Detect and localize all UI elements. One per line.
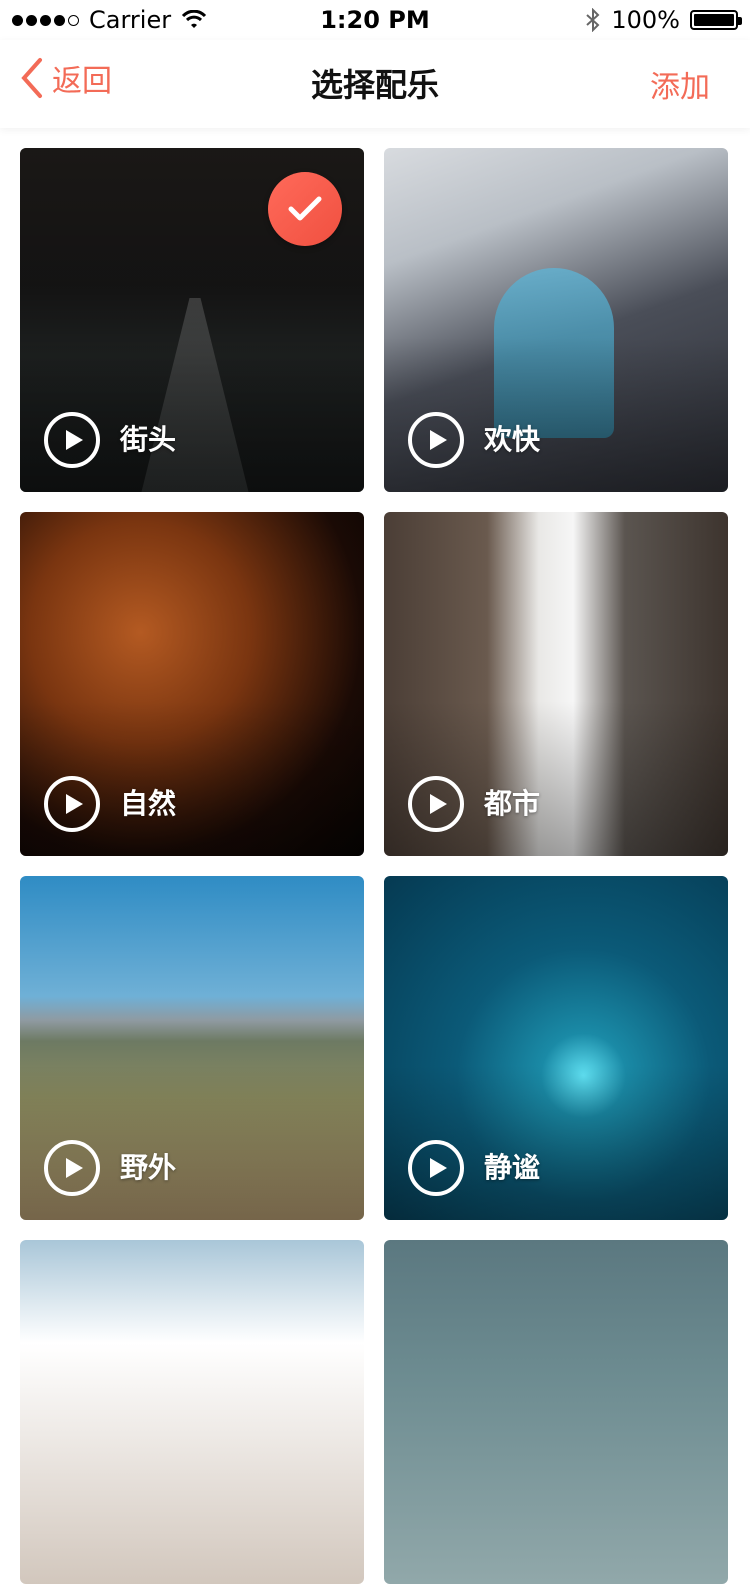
music-card[interactable]: [20, 1240, 364, 1584]
bluetooth-icon: [586, 8, 600, 32]
music-label: 都市: [484, 787, 541, 820]
music-card[interactable]: 静谧: [384, 876, 728, 1220]
battery-percent: 100%: [611, 6, 680, 34]
music-card[interactable]: [384, 1240, 728, 1584]
status-right: 100%: [585, 6, 742, 34]
music-label: 街头: [120, 423, 177, 456]
music-card[interactable]: 自然: [20, 512, 364, 856]
play-icon[interactable]: [408, 1140, 464, 1196]
music-card[interactable]: 街头: [20, 148, 364, 492]
play-icon[interactable]: [44, 1140, 100, 1196]
add-button[interactable]: 添加: [650, 62, 710, 106]
music-label: 自然: [120, 787, 177, 820]
music-label: 欢快: [484, 423, 541, 456]
navigation-bar: 返回 选择配乐 添加: [0, 40, 750, 128]
play-icon[interactable]: [408, 776, 464, 832]
music-card[interactable]: 都市: [384, 512, 728, 856]
selected-check-icon: [268, 172, 342, 246]
music-card[interactable]: 野外: [20, 876, 364, 1220]
houses-image: [20, 1240, 364, 1584]
page-title: 选择配乐: [310, 66, 439, 104]
battery-icon: [690, 10, 742, 30]
music-card[interactable]: 欢快: [384, 148, 728, 492]
play-icon[interactable]: [408, 412, 464, 468]
music-label: 野外: [120, 1151, 177, 1184]
sea-image: [384, 1240, 728, 1584]
play-icon[interactable]: [44, 776, 100, 832]
play-icon[interactable]: [44, 412, 100, 468]
music-label: 静谧: [484, 1151, 541, 1184]
music-grid: 街头 欢快 自然 都市 野外 静谧: [20, 148, 730, 1584]
status-bar: Carrier 1:20 PM 100%: [0, 0, 750, 40]
